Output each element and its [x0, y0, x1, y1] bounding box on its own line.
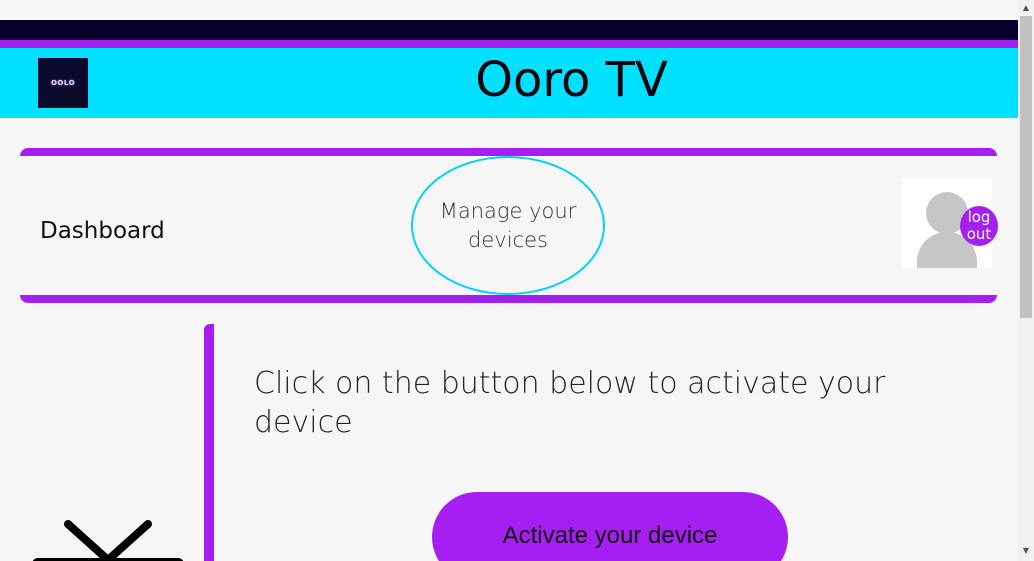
nav-dashboard-link[interactable]: Dashboard	[40, 218, 165, 244]
top-purple-strip	[0, 40, 1018, 48]
nav-manage-devices-link[interactable]: Manage your devices	[411, 156, 605, 295]
activate-device-label: Activate your device	[502, 522, 718, 549]
manage-devices-label: Manage your devices	[439, 198, 577, 252]
arrow-down-icon[interactable]: ▼	[1018, 545, 1034, 557]
site-title: Ooro TV	[475, 52, 668, 108]
logout-label: log out	[966, 208, 992, 243]
page: OOLO Ooro TV Dashboard Manage your devic…	[0, 0, 1034, 561]
side-divider-bar	[204, 324, 214, 561]
activation-instruction: Click on the button below to activate yo…	[254, 366, 886, 440]
top-dark-strip	[0, 20, 1018, 40]
tv-icon	[32, 520, 184, 561]
scrollbar-thumb[interactable]	[1020, 16, 1032, 318]
logout-button[interactable]: log out	[960, 206, 998, 246]
activate-device-button[interactable]: Activate your device	[432, 492, 788, 561]
nav-card: Dashboard Manage your devices log out	[20, 148, 998, 303]
arrow-up-icon[interactable]: ▲	[1018, 2, 1034, 14]
site-header: OOLO Ooro TV	[0, 48, 1018, 118]
vertical-scrollbar[interactable]: ▲ ▼	[1018, 0, 1034, 561]
